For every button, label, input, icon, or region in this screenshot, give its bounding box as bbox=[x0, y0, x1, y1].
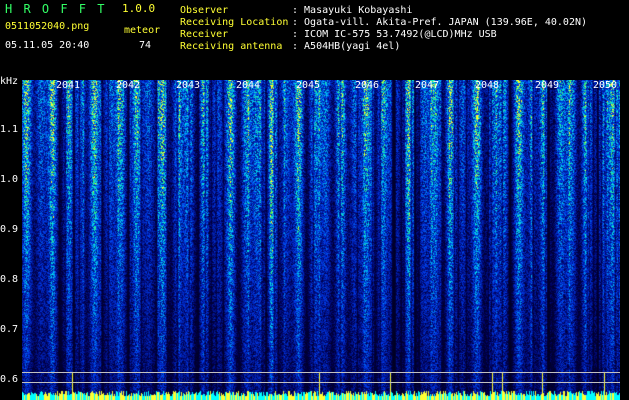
x-tick-label: 2048 bbox=[475, 80, 500, 91]
antenna-value: : A504HB(yagi 4el) bbox=[292, 41, 401, 52]
x-tick-label: 2049 bbox=[535, 80, 560, 91]
reference-line-upper bbox=[22, 372, 620, 373]
reference-line-lower bbox=[22, 382, 620, 383]
receiver-value: : ICOM IC-575 53.7492(@LCD)MHz USB bbox=[292, 29, 497, 40]
y-tick-label: 0.7 bbox=[0, 324, 19, 335]
observation-datetime: 05.11.05 20:40 bbox=[5, 40, 90, 51]
x-tick-label: 2050 bbox=[593, 80, 618, 91]
y-tick-label: 1.1 bbox=[0, 124, 19, 135]
y-tick-label: 0.8 bbox=[0, 274, 19, 285]
x-tick-label: 2042 bbox=[116, 80, 141, 91]
x-tick-label: 2043 bbox=[176, 80, 201, 91]
location-label: Receiving Location bbox=[180, 17, 289, 28]
x-tick-label: 2044 bbox=[236, 80, 261, 91]
spectrogram-canvas bbox=[22, 80, 620, 400]
x-tick-label: 2041 bbox=[56, 80, 81, 91]
x-tick-label: 2045 bbox=[296, 80, 321, 91]
app-title: H R O F F T bbox=[5, 2, 107, 16]
receiver-label: Receiver bbox=[180, 29, 229, 40]
app-version: 1.0.0 bbox=[122, 2, 156, 15]
y-tick-label: 0.6 bbox=[0, 374, 19, 385]
x-tick-label: 2046 bbox=[355, 80, 380, 91]
x-tick-label: 2047 bbox=[415, 80, 440, 91]
location-value: : Ogata-vill. Akita-Pref. JAPAN (139.96E… bbox=[292, 17, 588, 28]
y-tick-label: 0.9 bbox=[0, 224, 19, 235]
y-tick-label: 1.0 bbox=[0, 174, 19, 185]
detection-mode: meteor bbox=[124, 25, 161, 36]
observer-value: : Masayuki Kobayashi bbox=[292, 5, 413, 16]
antenna-label: Receiving antenna bbox=[180, 41, 283, 52]
meteor-count: 74 bbox=[139, 40, 152, 51]
observer-label: Observer bbox=[180, 5, 229, 16]
image-filename: 0511052040.png bbox=[5, 21, 90, 32]
y-axis-unit: kHz bbox=[0, 76, 19, 87]
